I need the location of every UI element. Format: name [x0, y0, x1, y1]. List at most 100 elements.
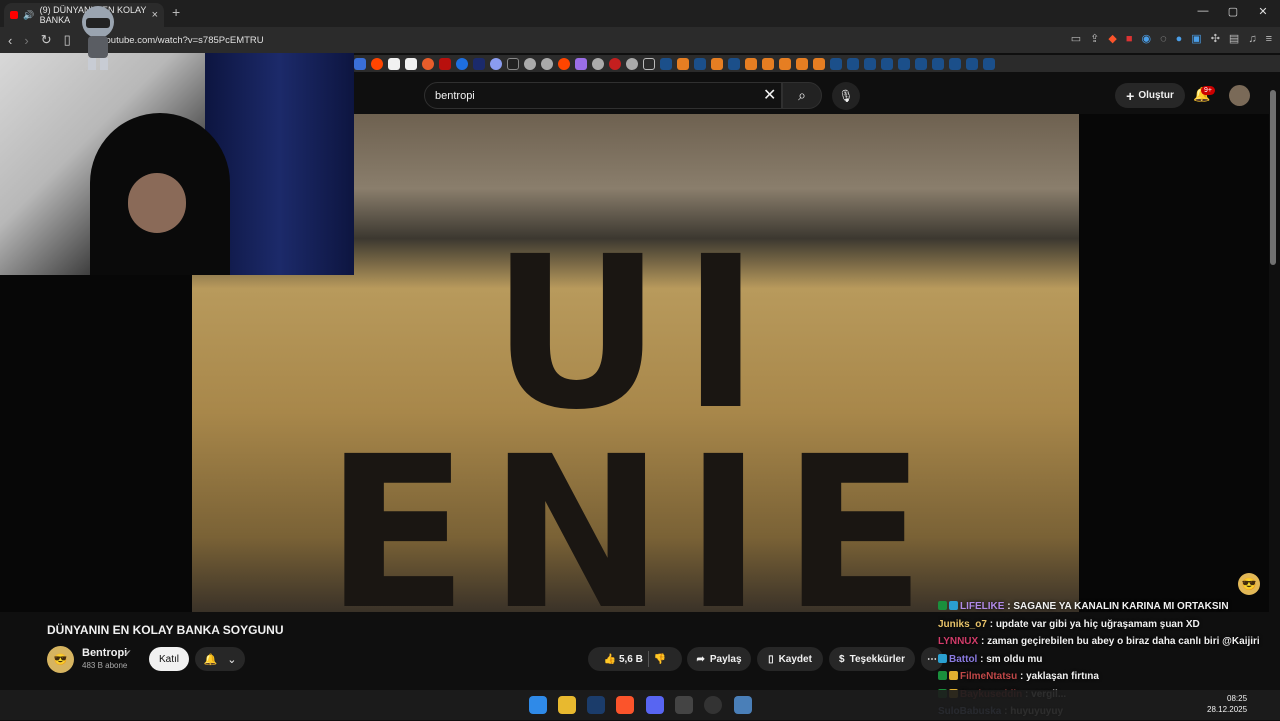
clock-time: 08:25 — [1227, 694, 1248, 703]
account-avatar[interactable] — [1229, 85, 1250, 106]
steam-bookmark[interactable] — [949, 57, 961, 70]
mascot-sticker — [82, 6, 114, 70]
bookmark-item[interactable] — [813, 57, 825, 70]
sidebar-icon[interactable]: ▤ — [1229, 32, 1239, 45]
chat-text: zaman geçirebilen bu abey o biraz daha c… — [987, 636, 1260, 647]
steam-icon[interactable] — [587, 696, 605, 714]
bookmark-item[interactable] — [762, 57, 774, 70]
save-button[interactable]: ▯ Kaydet — [757, 647, 823, 671]
chat-text: SAGANE YA KANALIN KARINA MI ORTAKSIN — [1013, 601, 1229, 612]
voice-search-button[interactable]: 🎙 — [832, 82, 860, 110]
steam-bookmark[interactable] — [966, 57, 978, 70]
bookmark-item[interactable] — [490, 57, 502, 70]
file-explorer-icon[interactable] — [558, 696, 576, 714]
search-button[interactable]: ⌕ — [782, 82, 822, 109]
bookmark-item[interactable] — [524, 57, 536, 70]
discord-icon[interactable] — [646, 696, 664, 714]
search-input[interactable]: bentropi — [424, 82, 782, 109]
start-icon[interactable] — [529, 696, 547, 714]
extension-icon[interactable]: ◌ — [1160, 33, 1167, 45]
bookmark-item[interactable] — [405, 57, 417, 70]
steam-bookmark[interactable] — [881, 57, 893, 70]
folder-icon[interactable] — [643, 57, 655, 70]
steam-bookmark[interactable] — [915, 57, 927, 70]
bookmark-icon[interactable]: ▯ — [64, 32, 71, 48]
brave-icon[interactable] — [616, 696, 634, 714]
thanks-label: Teşekkürler — [849, 653, 905, 665]
extension-icon[interactable]: ● — [1176, 33, 1183, 45]
extension-icon[interactable]: ◉ — [1141, 32, 1151, 45]
page-scrollbar[interactable] — [1270, 90, 1276, 265]
bookmark-item[interactable] — [541, 57, 553, 70]
thanks-button[interactable]: $ Teşekkürler — [829, 647, 915, 671]
steam-bookmark[interactable] — [983, 57, 995, 70]
forward-icon[interactable]: › — [24, 33, 28, 48]
steam-bookmark[interactable] — [830, 57, 842, 70]
minimize-button[interactable]: — — [1188, 5, 1218, 17]
extension-icon[interactable]: ▣ — [1191, 32, 1201, 45]
bookmark-item[interactable] — [575, 57, 587, 70]
channel-avatar[interactable]: 😎 — [47, 646, 74, 673]
bookmark-item[interactable] — [388, 57, 400, 70]
menu-icon[interactable]: ≡ — [1266, 33, 1272, 45]
close-tab-icon[interactable]: × — [152, 9, 158, 21]
back-icon[interactable]: ‹ — [8, 33, 12, 48]
bookmark-item[interactable] — [592, 57, 604, 70]
url-field[interactable]: youtube.com/watch?v=s785PcEMTRU — [101, 35, 264, 46]
steam-bookmark[interactable] — [932, 57, 944, 70]
obs-icon[interactable] — [704, 696, 722, 714]
app-icon[interactable] — [675, 696, 693, 714]
steam-bookmark[interactable] — [898, 57, 910, 70]
share-icon[interactable]: ⇪ — [1090, 32, 1099, 45]
dislike-icon[interactable]: 👎 — [654, 654, 666, 665]
steam-bookmark[interactable] — [728, 57, 740, 70]
steam-bookmark[interactable] — [694, 57, 706, 70]
bookmark-item[interactable] — [473, 57, 485, 70]
bookmark-item[interactable] — [371, 57, 383, 70]
address-bar: ‹ › ↻ ▯ youtube.com/watch?v=s785PcEMTRU … — [0, 27, 1280, 53]
app-icon[interactable] — [734, 696, 752, 714]
new-tab-button[interactable]: + — [172, 4, 180, 20]
bookmark-item[interactable] — [609, 57, 621, 70]
clear-search-icon[interactable]: ✕ — [763, 85, 776, 105]
reload-icon[interactable]: ↻ — [41, 32, 52, 48]
bookmark-item[interactable] — [779, 57, 791, 70]
close-window-button[interactable]: ✕ — [1248, 5, 1278, 18]
media-icon[interactable]: ♫ — [1248, 33, 1256, 45]
steam-bookmark[interactable] — [847, 57, 859, 70]
bookmark-item[interactable] — [745, 57, 757, 70]
bookmark-item[interactable] — [626, 57, 638, 70]
bookmark-item[interactable] — [456, 57, 468, 70]
taskbar-clock[interactable]: 08:25 28.12.2025 — [1207, 693, 1247, 715]
bookmark-item[interactable] — [439, 57, 451, 70]
chat-text: update var gibi ya hiç uğraşamam şuan XD — [995, 618, 1200, 630]
chat-separator: : — [977, 653, 987, 665]
chat-badge-icon — [938, 671, 947, 680]
join-button[interactable]: Katıl — [149, 647, 189, 671]
channel-name[interactable]: Bentropi — [82, 647, 127, 659]
cast-icon[interactable]: ▭ — [1071, 32, 1081, 45]
extension-icon[interactable]: ■ — [1126, 33, 1133, 45]
share-button[interactable]: ➦ Paylaş — [687, 647, 751, 671]
bookmark-item[interactable] — [354, 57, 366, 70]
plus-icon: + — [1126, 87, 1135, 104]
puzzle-icon[interactable]: ✣ — [1211, 32, 1220, 45]
bookmarks-bar — [354, 55, 1280, 72]
chat-message: Juniks_o7 : update var gibi ya hiç uğraş… — [938, 616, 1268, 634]
clock-date: 28.12.2025 — [1207, 705, 1248, 714]
bookmark-item[interactable] — [677, 57, 689, 70]
like-button[interactable]: 👍 5,6 B — [604, 654, 643, 665]
bookmark-item[interactable] — [711, 57, 723, 70]
bookmark-icon: ▯ — [768, 653, 774, 665]
steam-bookmark[interactable] — [660, 57, 672, 70]
brave-shield-icon[interactable]: ◆ — [1108, 32, 1116, 45]
bookmark-item[interactable] — [507, 57, 519, 70]
bookmark-item[interactable] — [422, 57, 434, 70]
subscription-bell-button[interactable]: 🔔 ⌄ — [195, 647, 245, 671]
maximize-button[interactable]: ▢ — [1218, 5, 1248, 18]
bookmark-item[interactable] — [796, 57, 808, 70]
steam-bookmark[interactable] — [864, 57, 876, 70]
bookmark-item[interactable] — [558, 57, 570, 70]
create-button[interactable]: + Oluştur — [1115, 83, 1185, 108]
chat-badge-icon — [949, 671, 958, 680]
